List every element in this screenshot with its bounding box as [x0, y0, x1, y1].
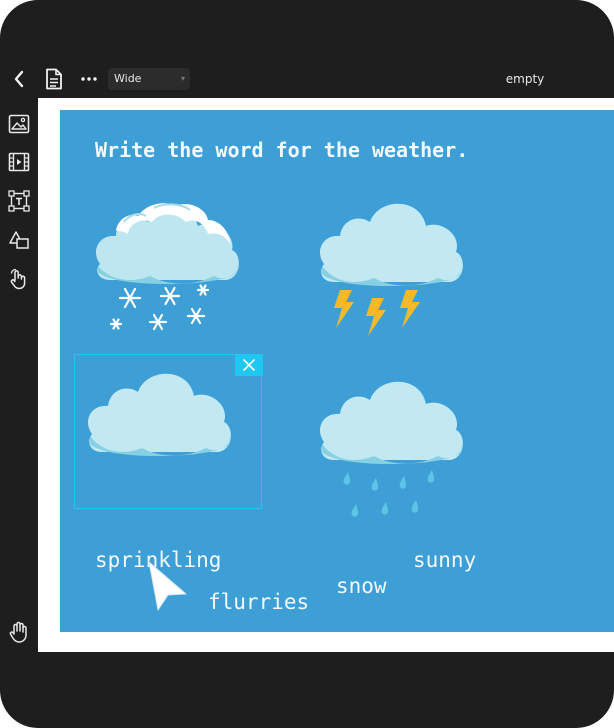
slide[interactable]: Write the word for the weather. sprinkli…	[60, 110, 614, 632]
back-button[interactable]	[8, 62, 30, 96]
interaction-tool-button[interactable]	[7, 267, 31, 291]
shapes-tool-button[interactable]	[7, 228, 31, 252]
hand-icon	[9, 621, 27, 643]
selection-frame	[74, 354, 262, 509]
snow-cloud-icon	[95, 203, 239, 331]
image-icon	[8, 114, 30, 134]
text-tool-button[interactable]	[7, 189, 31, 213]
app-frame: Wide ▾ empty Write the word for the weat…	[0, 0, 614, 728]
rain-cloud-icon	[319, 381, 463, 517]
word-label[interactable]: sunny	[413, 548, 476, 572]
snow-cloud-picture[interactable]	[90, 198, 250, 352]
video-tool-button[interactable]	[7, 150, 31, 174]
tap-hand-icon	[10, 268, 26, 290]
thunderstorm-cloud-icon	[319, 203, 463, 336]
top-toolbar: Wide ▾ empty	[0, 62, 614, 96]
text-box-icon	[8, 190, 30, 212]
thunderstorm-cloud-picture[interactable]	[314, 198, 474, 352]
hand-raise-button[interactable]	[7, 620, 31, 644]
slide-title[interactable]: Write the word for the weather.	[95, 138, 468, 162]
close-icon	[243, 359, 255, 371]
shapes-icon	[9, 231, 29, 249]
tool-sidebar	[0, 98, 38, 658]
more-options-button[interactable]	[78, 62, 100, 96]
document-button[interactable]	[42, 62, 66, 96]
mouse-pointer-icon	[146, 560, 190, 616]
delete-selection-button[interactable]	[235, 354, 263, 376]
chevron-left-icon	[14, 70, 24, 88]
layout-select[interactable]: Wide ▾	[108, 68, 190, 90]
more-horizontal-icon	[81, 77, 97, 81]
chevron-down-icon: ▾	[180, 74, 185, 83]
image-tool-button[interactable]	[7, 112, 31, 136]
layout-select-value: Wide	[114, 72, 142, 85]
word-label[interactable]: flurries	[208, 590, 309, 614]
video-icon	[8, 152, 30, 172]
word-label[interactable]: snow	[336, 574, 387, 598]
rain-cloud-picture[interactable]	[314, 376, 474, 530]
document-icon	[46, 68, 62, 90]
document-title: empty	[505, 72, 545, 86]
canvas-area: Write the word for the weather. sprinkli…	[38, 98, 614, 652]
